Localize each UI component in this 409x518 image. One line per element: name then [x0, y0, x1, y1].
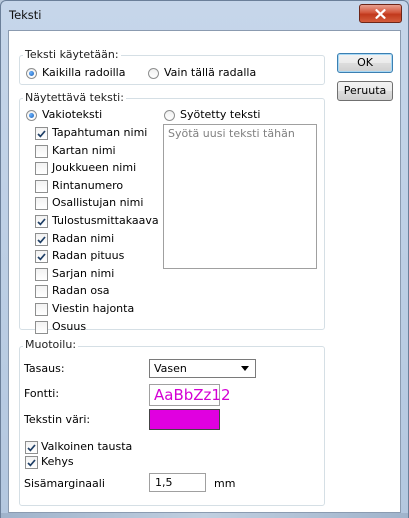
dialog-client-area: Teksti käytetään: Kaikilla radoilla Vain…	[8, 30, 401, 513]
field-checkbox[interactable]	[35, 215, 48, 228]
alignment-select[interactable]: Vasen	[149, 359, 256, 378]
radio-this-course-label[interactable]: Vain tällä radalla	[164, 66, 256, 79]
frame-label[interactable]: Kehys	[41, 455, 74, 468]
custom-text-area[interactable]: Syötä uusi teksti tähän	[163, 124, 317, 269]
field-checkbox-label[interactable]: Rintanumero	[52, 179, 123, 192]
field-checkbox[interactable]	[35, 268, 48, 281]
white-background-label[interactable]: Valkoinen tausta	[41, 440, 132, 453]
field-checkbox[interactable]	[35, 197, 48, 210]
radio-standard-text-label[interactable]: Vakioteksti	[42, 108, 102, 121]
chevron-down-icon	[241, 366, 249, 371]
radio-custom-text[interactable]	[164, 110, 175, 121]
font-label: Fontti:	[24, 387, 60, 400]
frame-checkbox[interactable]	[25, 456, 38, 469]
field-checkbox[interactable]	[35, 233, 48, 246]
cancel-button[interactable]: Peruuta	[337, 81, 393, 101]
field-checkbox-label[interactable]: Tulostusmittakaava	[52, 214, 159, 227]
checkmark-icon	[27, 458, 36, 467]
custom-text-placeholder: Syötä uusi teksti tähän	[168, 127, 295, 140]
field-checkbox-label[interactable]: Radan nimi	[52, 232, 114, 245]
checkmark-icon	[37, 217, 46, 226]
display-text-group-label: Näytettävä teksti:	[23, 91, 126, 104]
field-checkbox[interactable]	[35, 180, 48, 193]
checkmark-icon	[37, 129, 46, 138]
formatting-group-label: Muotoilu:	[23, 338, 79, 351]
checkmark-icon	[37, 235, 46, 244]
margin-label: Sisämarginaali	[24, 477, 105, 490]
margin-input[interactable]: 1,5	[149, 473, 206, 492]
field-checkbox-label[interactable]: Joukkueen nimi	[52, 161, 136, 174]
field-checkbox[interactable]	[35, 321, 48, 334]
checkmark-icon	[27, 443, 36, 452]
field-checkbox[interactable]	[35, 127, 48, 140]
white-background-checkbox[interactable]	[25, 441, 38, 454]
field-checkbox-label[interactable]: Kartan nimi	[52, 144, 116, 157]
close-icon	[375, 8, 386, 19]
margin-unit: mm	[214, 477, 236, 490]
field-checkbox-label[interactable]: Tapahtuman nimi	[52, 126, 147, 139]
ok-button[interactable]: OK	[337, 53, 393, 73]
radio-standard-text[interactable]	[26, 110, 37, 121]
close-button[interactable]	[359, 4, 402, 23]
field-checkbox[interactable]	[35, 303, 48, 316]
font-preview-button[interactable]: AaBbZz12	[149, 384, 231, 406]
field-checkbox[interactable]	[35, 162, 48, 175]
radio-all-courses-label[interactable]: Kaikilla radoilla	[42, 66, 125, 79]
radio-this-course[interactable]	[148, 68, 159, 79]
text-color-swatch[interactable]	[149, 409, 220, 430]
field-checkbox-label[interactable]: Osallistujan nimi	[52, 196, 143, 209]
field-checkbox[interactable]	[35, 145, 48, 158]
field-checkbox-label[interactable]: Viestin hajonta	[52, 302, 134, 315]
field-checkbox[interactable]	[35, 285, 48, 298]
field-checkbox-label[interactable]: Radan pituus	[52, 249, 124, 262]
field-checkbox-label[interactable]: Radan osa	[52, 284, 110, 297]
usage-group-label: Teksti käytetään:	[23, 48, 121, 61]
field-checkbox-label[interactable]: Sarjan nimi	[52, 267, 114, 280]
field-checkbox-label[interactable]: Osuus	[52, 320, 86, 333]
radio-custom-text-label[interactable]: Syötetty teksti	[180, 108, 261, 121]
radio-all-courses[interactable]	[26, 68, 37, 79]
title-bar[interactable]: Teksti	[1, 1, 408, 29]
field-checkbox[interactable]	[35, 250, 48, 263]
window-bottom-edge	[1, 513, 408, 518]
alignment-label: Tasaus:	[24, 362, 65, 375]
window-title: Teksti	[9, 8, 42, 22]
checkmark-icon	[37, 252, 46, 261]
dialog-window: Teksti Teksti käytetään: Kaikilla radoil…	[0, 0, 409, 518]
alignment-value: Vasen	[154, 362, 187, 375]
text-color-label: Tekstin väri:	[24, 413, 91, 426]
